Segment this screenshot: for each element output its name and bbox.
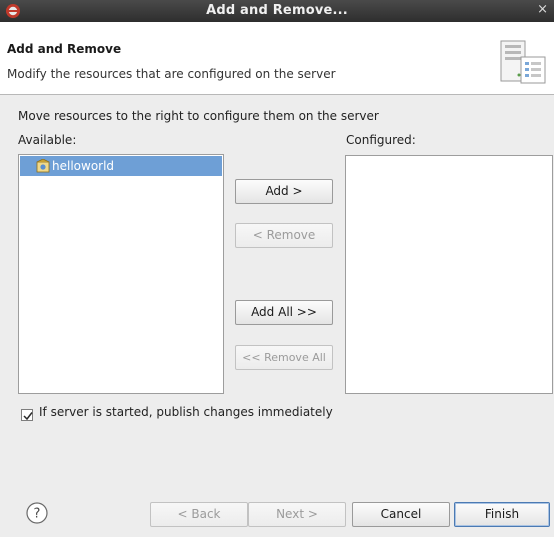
help-icon[interactable]: ?	[26, 502, 48, 524]
configured-list[interactable]	[345, 155, 553, 394]
add-button[interactable]: Add >	[235, 179, 333, 204]
window-titlebar[interactable]: Add and Remove... ×	[0, 0, 554, 22]
wizard-header: Add and Remove Modify the resources that…	[0, 22, 554, 94]
svg-text:?: ?	[34, 507, 41, 522]
server-wizard-icon	[500, 40, 546, 84]
list-item-label: helloworld	[52, 159, 115, 173]
instruction-text: Move resources to the right to configure…	[18, 109, 379, 123]
cancel-button[interactable]: Cancel	[352, 502, 450, 527]
publish-immediately-label: If server is started, publish changes im…	[39, 405, 333, 419]
add-all-button[interactable]: Add All >>	[235, 300, 333, 325]
next-button[interactable]: Next >	[248, 502, 346, 527]
web-project-icon	[36, 159, 50, 173]
list-item[interactable]: helloworld	[20, 156, 222, 176]
page-title: Add and Remove	[7, 42, 122, 56]
wizard-footer: ? < Back Next > Cancel Finish	[0, 469, 554, 537]
available-list[interactable]: helloworld	[18, 154, 224, 394]
checkmark-icon	[23, 412, 33, 421]
back-button[interactable]: < Back	[150, 502, 248, 527]
close-icon[interactable]: ×	[537, 2, 548, 17]
publish-immediately-checkbox[interactable]	[21, 409, 33, 421]
window-title: Add and Remove...	[206, 3, 348, 18]
available-label: Available:	[18, 133, 77, 147]
configured-label: Configured:	[346, 133, 416, 147]
finish-button[interactable]: Finish	[454, 502, 550, 527]
page-description: Modify the resources that are configured…	[7, 67, 336, 81]
remove-button[interactable]: < Remove	[235, 223, 333, 248]
remove-all-button[interactable]: << Remove All	[235, 345, 333, 370]
